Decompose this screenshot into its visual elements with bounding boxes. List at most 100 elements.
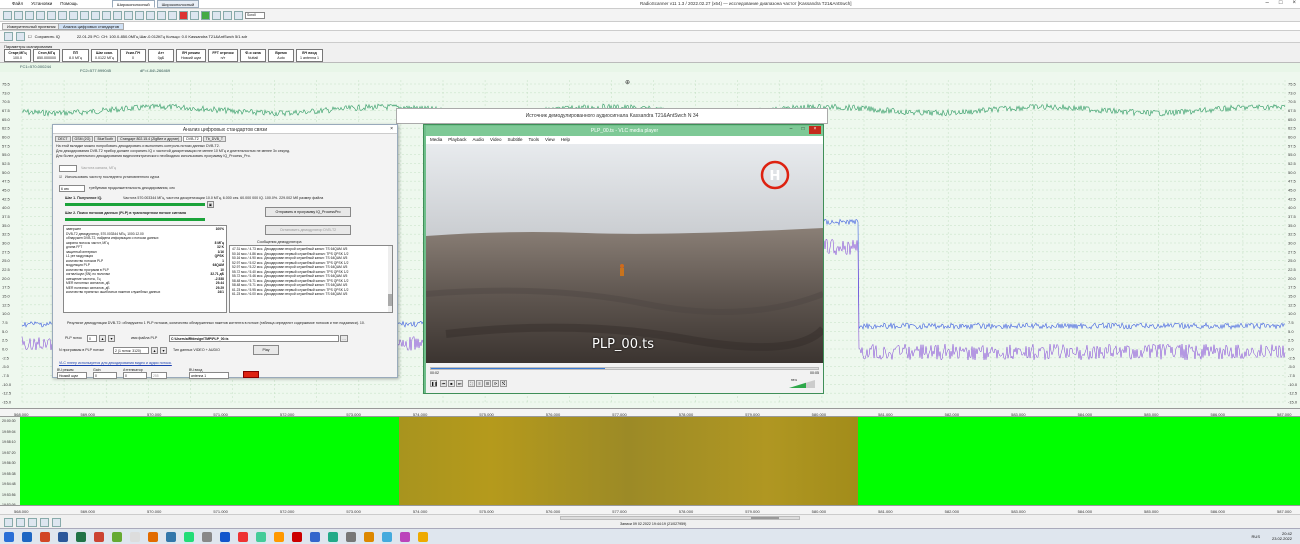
- input-select[interactable]: antenna 1: [189, 372, 229, 379]
- marker-icon[interactable]: [69, 10, 78, 20]
- stop-red-button[interactable]: [243, 371, 259, 378]
- excel-icon[interactable]: [76, 532, 86, 542]
- powerpoint-icon[interactable]: [40, 532, 50, 542]
- vlc-shuffle-icon[interactable]: ⤭: [500, 380, 507, 387]
- run-icon[interactable]: [201, 10, 210, 20]
- vlc-menu-help[interactable]: Help: [561, 136, 570, 144]
- step-icon[interactable]: [190, 10, 199, 20]
- vlc-menu-video[interactable]: Video: [490, 136, 501, 144]
- minimize-icon[interactable]: –: [1266, 0, 1269, 6]
- demod-status-list[interactable]: завершен 100% DVB-T2 демодулятор, 570.0033…: [63, 225, 227, 313]
- stop-demodulator-button[interactable]: Остановить демодулятор DVB-T2: [265, 225, 351, 235]
- waterfall-panel[interactable]: 20:00:30 19:59:04 19:58:10 19:57:20 19:56:30…: [0, 417, 1300, 507]
- zoom-icon[interactable]: [80, 10, 89, 20]
- zoom-out-icon[interactable]: [16, 518, 25, 527]
- tab-wideband-2[interactable]: Широкополосный: [156, 0, 200, 8]
- vlc-menu-subtitle[interactable]: Subtitle: [507, 136, 522, 144]
- send-to-iqprocess-button[interactable]: Отправить в программу IQ_ProcessPro: [265, 207, 351, 217]
- tab-dvbt2[interactable]: DVB-T2: [183, 136, 202, 142]
- freq-input[interactable]: [59, 165, 77, 172]
- maximize-icon[interactable]: □: [1279, 0, 1283, 6]
- vlc-menu-playback[interactable]: Playback: [448, 136, 466, 144]
- plp-input[interactable]: 0: [87, 335, 97, 342]
- zoom-in-icon[interactable]: [4, 518, 13, 527]
- app-icon-14[interactable]: [364, 532, 374, 542]
- menu-help[interactable]: Помощь: [60, 1, 77, 6]
- vlc-note[interactable]: VLC плеер используется для декодирования…: [59, 361, 172, 365]
- marker-icon[interactable]: ⊕: [625, 80, 630, 86]
- attenuator2-select[interactable]: 255: [151, 372, 167, 379]
- app-icon-8[interactable]: [238, 532, 248, 542]
- program-down-button[interactable]: ▼: [160, 347, 167, 354]
- menu-settings[interactable]: Установки: [31, 1, 52, 6]
- tab-gsm[interactable]: GSM (2G): [71, 136, 94, 142]
- step1-icon-button[interactable]: ▣: [207, 201, 214, 208]
- vlc-close-icon[interactable]: ×: [809, 126, 821, 134]
- yandex-icon[interactable]: [292, 532, 302, 542]
- save-iq-checkbox[interactable]: ☐: [28, 34, 32, 39]
- video-frame[interactable]: H PLP_00.ts: [426, 144, 823, 363]
- vlc-minimize-icon[interactable]: –: [785, 126, 797, 134]
- vlc-fullscreen-icon[interactable]: ⛶: [468, 380, 475, 387]
- iq-icon[interactable]: [4, 32, 13, 41]
- right-icon[interactable]: [52, 518, 61, 527]
- close-icon[interactable]: ×: [1292, 0, 1296, 6]
- explorer-icon[interactable]: [22, 532, 32, 542]
- start-icon[interactable]: [4, 532, 14, 542]
- waterfall-icon[interactable]: [58, 10, 67, 20]
- plp-down-button[interactable]: ▼: [108, 335, 115, 342]
- scroll-select[interactable]: Scroll: [245, 11, 265, 19]
- browse-icon[interactable]: …: [340, 335, 348, 342]
- tab-digital-standards[interactable]: Анализ цифровых стандартов: [58, 23, 125, 30]
- app-icon-12[interactable]: [328, 532, 338, 542]
- tab-dect[interactable]: DECT: [55, 136, 71, 142]
- dialog-close-icon[interactable]: ×: [390, 126, 393, 132]
- app-icon-1[interactable]: [94, 532, 104, 542]
- vlc-volume[interactable]: 65%: [789, 378, 815, 388]
- tab-dvbt[interactable]: Tb_DVB_T: [202, 136, 227, 142]
- scrollbar-thumb[interactable]: [751, 517, 779, 519]
- param-box[interactable]: Время Auto: [268, 49, 294, 62]
- app-icon-7[interactable]: [220, 532, 230, 542]
- plp-up-button[interactable]: ▲: [99, 335, 106, 342]
- param-box[interactable]: FFT отрезок н/т: [208, 49, 238, 62]
- chart-icon[interactable]: [124, 10, 133, 20]
- vlc-task-icon[interactable]: [148, 532, 158, 542]
- param-box[interactable]: ВЧ режим Низкий шум: [176, 49, 206, 62]
- record-icon[interactable]: [36, 10, 45, 20]
- open-icon[interactable]: [3, 10, 12, 20]
- export-icon[interactable]: [223, 10, 232, 20]
- app-icon-4[interactable]: [166, 532, 176, 542]
- grid-icon[interactable]: [102, 10, 111, 20]
- vlc-menu-media[interactable]: Media: [430, 136, 442, 144]
- param-box[interactable]: Старт,МГц 100.0: [4, 49, 31, 62]
- vlc-maximize-icon[interactable]: □: [797, 126, 809, 134]
- folder-icon[interactable]: [16, 32, 25, 41]
- vlc-prev-icon[interactable]: ⏮: [440, 380, 447, 387]
- camera-icon[interactable]: [234, 10, 243, 20]
- vlc-menu-view[interactable]: View: [545, 136, 555, 144]
- app-icon-17[interactable]: [418, 532, 428, 542]
- vlc-menu-tools[interactable]: Tools: [529, 136, 540, 144]
- play-button[interactable]: Play: [253, 345, 279, 355]
- vlc-playlist-icon[interactable]: ☰: [484, 380, 491, 387]
- vlc-stop-icon[interactable]: ■: [448, 380, 455, 387]
- app-icon-9[interactable]: [256, 532, 266, 542]
- language-indicator[interactable]: RUS: [1252, 534, 1260, 539]
- param-box[interactable]: Шаг скан. 0.0122 МГц: [91, 49, 118, 62]
- use-last-freq-checkbox[interactable]: ☑: [59, 175, 62, 179]
- menu-file[interactable]: Файл: [12, 1, 23, 6]
- vlc-seek-bar[interactable]: [430, 367, 819, 370]
- filter-icon[interactable]: [146, 10, 155, 20]
- demod-messages-list[interactable]: 47.31 мсс / 4.73 мсс. Декодирован второй…: [229, 245, 393, 313]
- clock[interactable]: 20:42 23.02.2022: [1272, 531, 1292, 541]
- param-box[interactable]: ВЧ вход 1 antenna 1: [296, 49, 323, 62]
- param-box[interactable]: Усил.ПЧ 0: [120, 49, 146, 62]
- tab-zigbee[interactable]: Стандарт 802.15.4 (ZigBee и другие): [117, 136, 183, 142]
- tab-bluetooth[interactable]: BlueTooth: [94, 136, 117, 142]
- scan-icon[interactable]: [157, 10, 166, 20]
- stop-icon[interactable]: [179, 10, 188, 20]
- list-icon[interactable]: [113, 10, 122, 20]
- app-icon-13[interactable]: [346, 532, 356, 542]
- messages-scrollbar-thumb[interactable]: [388, 294, 392, 306]
